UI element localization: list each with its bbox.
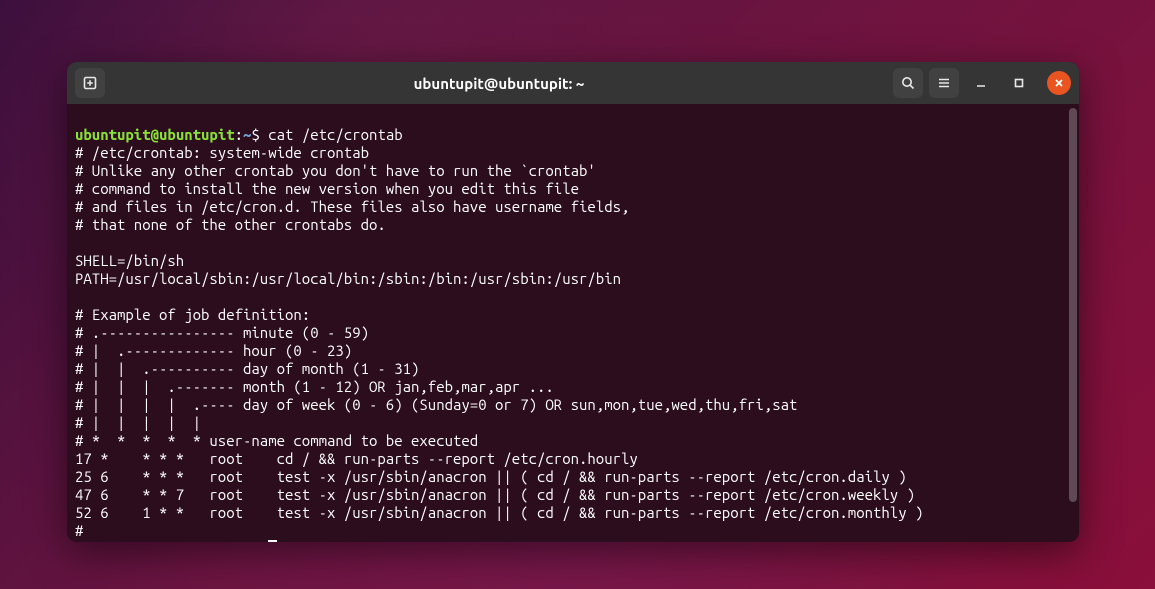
hamburger-menu-icon bbox=[936, 75, 952, 91]
search-icon bbox=[900, 75, 916, 91]
prompt-line-1: ubuntupit@ubuntupit:~$ cat /etc/crontab bbox=[75, 126, 403, 143]
terminal-body[interactable]: ubuntupit@ubuntupit:~$ cat /etc/crontab … bbox=[67, 104, 1079, 542]
output-line: # and files in /etc/cron.d. These files … bbox=[75, 198, 629, 215]
output-line: # | | .---------- day of month (1 - 31) bbox=[75, 360, 419, 377]
prompt-user: ubuntupit bbox=[75, 126, 151, 143]
maximize-icon bbox=[1012, 76, 1026, 90]
output-line: # Example of job definition: bbox=[75, 306, 310, 323]
cursor bbox=[268, 540, 277, 542]
command-text: cat /etc/crontab bbox=[268, 126, 402, 143]
title-bar[interactable]: ubuntupit@ubuntupit: ~ bbox=[67, 62, 1079, 104]
output-line: PATH=/usr/local/sbin:/usr/local/bin:/sbi… bbox=[75, 270, 621, 287]
output-line: # | | | | | bbox=[75, 414, 201, 431]
minimize-button[interactable] bbox=[965, 67, 997, 99]
maximize-button[interactable] bbox=[1003, 67, 1035, 99]
output-line: SHELL=/bin/sh bbox=[75, 252, 184, 269]
output-line: # command to install the new version whe… bbox=[75, 180, 579, 197]
new-tab-icon bbox=[82, 75, 98, 91]
close-button[interactable] bbox=[1047, 71, 1071, 95]
output-line: # | .------------- hour (0 - 23) bbox=[75, 342, 352, 359]
window-title: ubuntupit@ubuntupit: ~ bbox=[105, 75, 893, 92]
menu-button[interactable] bbox=[929, 68, 959, 98]
output-line: 17 * * * * root cd / && run-parts --repo… bbox=[75, 450, 638, 467]
search-button[interactable] bbox=[893, 68, 923, 98]
prompt-host: ubuntupit bbox=[159, 126, 235, 143]
output-line: 52 6 1 * * root test -x /usr/sbin/anacro… bbox=[75, 504, 923, 521]
prompt-line-2: ubuntupit@ubuntupit:~$ bbox=[75, 540, 277, 542]
output-line: # | | | | .---- day of week (0 - 6) (Sun… bbox=[75, 396, 797, 413]
output-line: # /etc/crontab: system-wide crontab bbox=[75, 144, 369, 161]
output-line: 47 6 * * 7 root test -x /usr/sbin/anacro… bbox=[75, 486, 915, 503]
new-tab-button[interactable] bbox=[75, 68, 105, 98]
output-line: # Unlike any other crontab you don't hav… bbox=[75, 162, 596, 179]
output-line: 25 6 * * * root test -x /usr/sbin/anacro… bbox=[75, 468, 907, 485]
minimize-icon bbox=[974, 76, 988, 90]
output-line: # | | | .------- month (1 - 12) OR jan,f… bbox=[75, 378, 554, 395]
scrollbar[interactable] bbox=[1069, 108, 1077, 502]
prompt-symbol: $ bbox=[251, 126, 259, 143]
close-icon bbox=[1053, 77, 1065, 89]
terminal-window: ubuntupit@ubuntupit: ~ bbox=[67, 62, 1079, 542]
output-line: # * * * * * user-name command to be exec… bbox=[75, 432, 478, 449]
output-line: # that none of the other crontabs do. bbox=[75, 216, 386, 233]
output-line: # .---------------- minute (0 - 59) bbox=[75, 324, 369, 341]
output-line: # bbox=[75, 522, 83, 539]
